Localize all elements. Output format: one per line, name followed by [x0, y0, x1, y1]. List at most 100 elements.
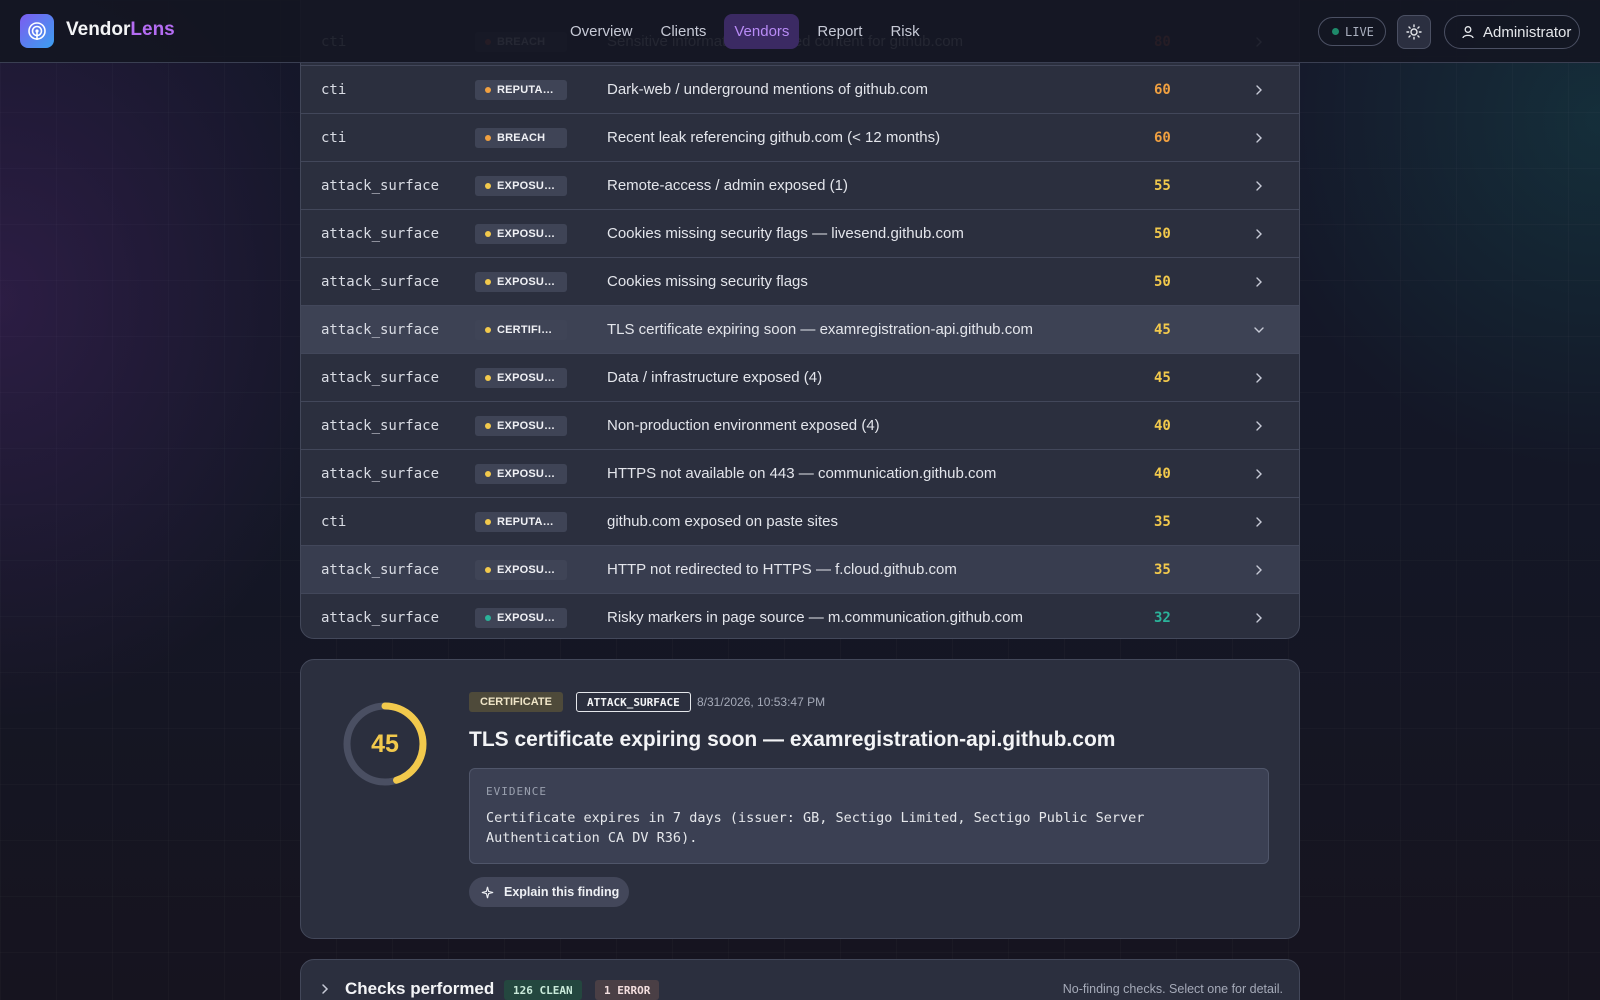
finding-row[interactable]: attack_surface EXPOSU… Cookies missing sec…: [301, 258, 1299, 306]
brand-name[interactable]: VendorLens: [66, 19, 175, 41]
finding-title: github.com exposed on paste sites: [607, 513, 838, 530]
finding-category-label: EXPOSU…: [497, 467, 556, 480]
finding-source: attack_surface: [321, 369, 440, 386]
finding-category-badge: CERTIFI…: [475, 319, 567, 340]
finding-category-badge: REPUTA…: [475, 511, 567, 532]
finding-category-badge: REPUTA…: [475, 79, 567, 100]
severity-dot: [485, 518, 491, 525]
finding-score: 45: [1154, 369, 1171, 386]
chevron-down-icon[interactable]: [1252, 323, 1266, 337]
finding-category-label: EXPOSU…: [497, 563, 556, 576]
evidence-text: Certificate expires in 7 days (issuer: G…: [486, 810, 1145, 846]
evidence-box: EVIDENCE Certificate expires in 7 days (…: [469, 768, 1269, 864]
chevron-right-icon[interactable]: [1252, 563, 1266, 577]
finding-score: 50: [1154, 225, 1171, 242]
radar-icon: [28, 22, 46, 40]
brand-name-accent: Lens: [130, 19, 175, 40]
nav-overview[interactable]: Overview: [560, 14, 643, 49]
finding-category-label: BREACH: [497, 131, 546, 144]
chevron-right-icon[interactable]: [1252, 611, 1266, 625]
finding-title: HTTPS not available on 443 — communicati…: [607, 465, 997, 482]
finding-score: 32: [1154, 609, 1171, 626]
finding-category-label: EXPOSU…: [497, 371, 556, 384]
chevron-right-icon[interactable]: [1252, 275, 1266, 289]
chevron-right-icon[interactable]: [319, 982, 331, 996]
finding-score: 40: [1154, 417, 1171, 434]
finding-category-label: EXPOSU…: [497, 611, 556, 624]
finding-row[interactable]: cti REPUTA… Dark-web / underground mention…: [301, 66, 1299, 114]
chevron-right-icon[interactable]: [1252, 227, 1266, 241]
finding-score: 35: [1154, 513, 1171, 530]
explain-finding-button[interactable]: Explain this finding: [469, 877, 629, 907]
chevron-right-icon[interactable]: [1252, 515, 1266, 529]
finding-category-label: CERTIFI…: [497, 323, 553, 336]
checks-performed-panel[interactable]: Checks performed 126 CLEAN 1 ERROR No-fi…: [300, 959, 1300, 1000]
severity-dot: [485, 566, 491, 573]
finding-row[interactable]: cti REPUTA… github.com exposed on paste si…: [301, 498, 1299, 546]
live-dot: [1332, 28, 1339, 35]
finding-score: 60: [1154, 81, 1171, 98]
chevron-right-icon[interactable]: [1252, 371, 1266, 385]
nav-risk[interactable]: Risk: [880, 14, 929, 49]
app-logo[interactable]: [20, 14, 54, 48]
user-menu-button[interactable]: Administrator: [1444, 15, 1580, 49]
finding-score: 45: [1154, 321, 1171, 338]
severity-dot: [485, 278, 491, 285]
severity-dot: [485, 422, 491, 429]
finding-row[interactable]: attack_surface EXPOSU… HTTP not redirected…: [301, 546, 1299, 594]
finding-title: Data / infrastructure exposed (4): [607, 369, 823, 386]
severity-dot: [485, 86, 491, 93]
finding-category-badge: EXPOSU…: [475, 415, 567, 436]
severity-dot: [485, 182, 491, 189]
nav-vendors[interactable]: Vendors: [724, 14, 800, 49]
finding-source: attack_surface: [321, 465, 440, 482]
sparkle-icon: [481, 886, 494, 898]
user-icon: [1462, 26, 1474, 39]
finding-title: TLS certificate expiring soon — examregi…: [607, 321, 1034, 338]
nav-clients[interactable]: Clients: [651, 14, 717, 49]
finding-title: Cookies missing security flags — livesen…: [607, 225, 964, 242]
finding-category-label: EXPOSU…: [497, 419, 556, 432]
finding-source: cti: [321, 129, 347, 146]
finding-row[interactable]: attack_surface EXPOSU… Remote-access / adm…: [301, 162, 1299, 210]
finding-title: Remote-access / admin exposed (1): [607, 177, 848, 194]
finding-row[interactable]: attack_surface EXPOSU… Risky markers in pa…: [301, 594, 1299, 638]
main-nav: Overview Clients Vendors Report Risk: [560, 14, 930, 49]
error-count-badge: 1 ERROR: [595, 980, 660, 1000]
finding-row[interactable]: attack_surface EXPOSU… HTTPS not available…: [301, 450, 1299, 498]
finding-source: attack_surface: [321, 177, 440, 194]
user-label: Administrator: [1483, 23, 1572, 41]
finding-score: 40: [1154, 465, 1171, 482]
finding-category-label: REPUTA…: [497, 515, 554, 528]
chevron-right-icon[interactable]: [1252, 179, 1266, 193]
finding-category-badge: EXPOSU…: [475, 607, 567, 628]
severity-dot: [485, 374, 491, 381]
explain-label: Explain this finding: [504, 885, 620, 899]
finding-row[interactable]: attack_surface CERTIFI… TLS certificate ex…: [301, 306, 1299, 354]
theme-toggle-button[interactable]: [1397, 15, 1431, 49]
nav-report[interactable]: Report: [807, 14, 872, 49]
clean-count-badge: 126 CLEAN: [504, 980, 582, 1000]
checks-title: Checks performed: [345, 979, 495, 998]
finding-source: cti: [321, 513, 347, 530]
finding-row[interactable]: cti BREACH Recent leak referencing github.…: [301, 114, 1299, 162]
finding-row[interactable]: attack_surface EXPOSU… Data / infrastructu…: [301, 354, 1299, 402]
chevron-right-icon[interactable]: [1252, 83, 1266, 97]
chevron-right-icon[interactable]: [1252, 419, 1266, 433]
live-label: LIVE: [1345, 24, 1374, 39]
chevron-right-icon[interactable]: [1252, 467, 1266, 481]
live-status-badge: LIVE: [1318, 17, 1386, 46]
finding-category-label: REPUTA…: [497, 83, 554, 96]
severity-dot: [485, 470, 491, 477]
chevron-right-icon[interactable]: [1252, 131, 1266, 145]
finding-category-label: EXPOSU…: [497, 275, 556, 288]
finding-row[interactable]: attack_surface EXPOSU… Cookies missing sec…: [301, 210, 1299, 258]
finding-score: 60: [1154, 129, 1171, 146]
finding-timestamp: 8/31/2026, 10:53:47 PM: [697, 695, 826, 709]
finding-title: TLS certificate expiring soon — examregi…: [469, 728, 1116, 751]
finding-source: attack_surface: [321, 273, 440, 290]
severity-dot: [485, 230, 491, 237]
finding-row[interactable]: attack_surface EXPOSU… Non-production envi…: [301, 402, 1299, 450]
finding-category-badge: BREACH: [475, 127, 567, 148]
finding-title: Dark-web / underground mentions of githu…: [607, 81, 929, 98]
